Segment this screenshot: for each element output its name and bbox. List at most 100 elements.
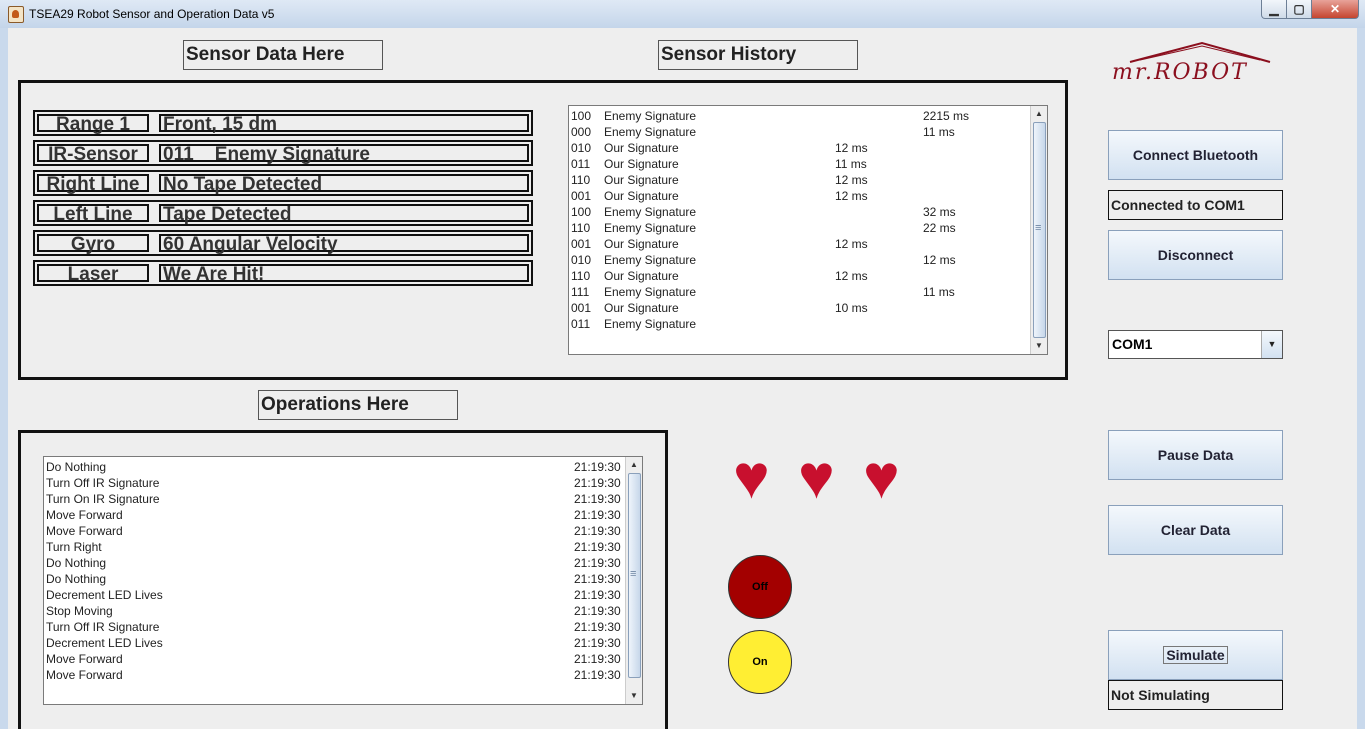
operation-name: Turn Right: [46, 540, 102, 554]
history-code: 010: [571, 253, 592, 267]
history-code: 110: [571, 269, 591, 283]
history-row: 110 Our Signature 12 ms: [571, 172, 1047, 188]
sensor-value: 011 Enemy Signature: [159, 144, 529, 164]
operation-time: 21:19:30: [574, 588, 621, 602]
operation-name: Stop Moving: [46, 604, 113, 618]
history-row: 110 Enemy Signature 22 ms: [571, 220, 1047, 236]
sensor-history-list[interactable]: 100 Enemy Signature 2215 ms 000 Enemy Signat…: [568, 105, 1048, 355]
com-port-select[interactable]: COM1 ▼: [1108, 330, 1283, 359]
history-name: Our Signature: [604, 301, 679, 315]
sensor-value: Tape Detected: [159, 204, 529, 224]
operations-scrollbar[interactable]: ▲ ▼: [625, 457, 642, 704]
history-code: 001: [571, 237, 592, 251]
sensor-row-gyro: Gyro 60 Angular Velocity: [33, 230, 533, 256]
operation-name: Move Forward: [46, 668, 123, 682]
sensor-key: Laser: [37, 264, 149, 284]
history-code: 010: [571, 141, 592, 155]
heart-life-icon: ♥: [733, 443, 770, 512]
history-code: 100: [571, 109, 592, 123]
history-code: 111: [571, 285, 590, 299]
operation-time: 21:19:30: [574, 652, 621, 666]
operation-name: Turn On IR Signature: [46, 492, 160, 506]
operations-list[interactable]: Do Nothing 21:19:30 Turn Off IR Signature 2…: [43, 456, 643, 705]
history-code: 110: [571, 173, 591, 187]
history-enemy: 32 ms: [923, 205, 956, 219]
history-code: 001: [571, 189, 592, 203]
chevron-down-icon[interactable]: ▼: [1261, 331, 1282, 358]
sensor-row-ir: IR-Sensor 011 Enemy Signature: [33, 140, 533, 166]
operation-name: Turn Off IR Signature: [46, 476, 160, 490]
heart-life-icon: ♥: [798, 443, 835, 512]
history-name: Our Signature: [604, 157, 679, 171]
operation-time: 21:19:30: [574, 636, 621, 650]
history-enemy: 11 ms: [923, 285, 955, 299]
scroll-down-icon[interactable]: ▼: [626, 688, 642, 704]
sensor-key: IR-Sensor: [37, 144, 149, 164]
operation-name: Do Nothing: [46, 556, 107, 570]
disconnect-button[interactable]: Disconnect: [1108, 230, 1283, 280]
scroll-thumb[interactable]: [628, 473, 641, 678]
history-enemy: 22 ms: [923, 221, 956, 235]
operation-row: Turn Off IR Signature 21:19:30: [46, 619, 642, 635]
history-row: 001 Our Signature 10 ms: [571, 300, 1047, 316]
history-row: 010 Our Signature 12 ms: [571, 140, 1047, 156]
history-our: 12 ms: [835, 173, 868, 187]
operation-row: Move Forward 21:19:30: [46, 651, 642, 667]
history-name: Enemy Signature: [604, 109, 697, 123]
history-scrollbar[interactable]: ▲ ▼: [1030, 106, 1047, 354]
history-row: 100 Enemy Signature 2215 ms: [571, 108, 1047, 124]
history-row: 001 Our Signature 12 ms: [571, 236, 1047, 252]
operation-row: Stop Moving 21:19:30: [46, 603, 642, 619]
history-code: 100: [571, 205, 592, 219]
mr-robot-logo: mr.ROBOT: [1110, 40, 1275, 88]
history-enemy: 2215 ms: [923, 109, 970, 123]
operation-name: Decrement LED Lives: [46, 636, 163, 650]
com-port-value: COM1: [1112, 336, 1153, 352]
operation-name: Move Forward: [46, 508, 123, 522]
sensor-row-range: Range 1 Front, 15 dm: [33, 110, 533, 136]
pause-data-button[interactable]: Pause Data: [1108, 430, 1283, 480]
scroll-up-icon[interactable]: ▲: [1031, 106, 1047, 122]
history-name: Our Signature: [604, 269, 679, 283]
minimize-button[interactable]: ▁: [1261, 0, 1287, 19]
clear-data-button[interactable]: Clear Data: [1108, 505, 1283, 555]
scroll-down-icon[interactable]: ▼: [1031, 338, 1047, 354]
history-code: 110: [571, 221, 591, 235]
sensor-row-left-line: Left Line Tape Detected: [33, 200, 533, 226]
operation-time: 21:19:30: [574, 604, 621, 618]
sensor-row-right-line: Right Line No Tape Detected: [33, 170, 533, 196]
history-our: 10 ms: [835, 301, 868, 315]
sensor-row-laser: Laser We Are Hit!: [33, 260, 533, 286]
title-bar: TSEA29 Robot Sensor and Operation Data v…: [0, 0, 1365, 29]
history-our: 11 ms: [835, 157, 867, 171]
close-button[interactable]: ✕: [1312, 0, 1359, 19]
sensor-value: Front, 15 dm: [159, 114, 529, 134]
logo-text: mr.ROBOT: [1112, 60, 1248, 85]
history-name: Enemy Signature: [604, 221, 697, 235]
operation-name: Decrement LED Lives: [46, 588, 163, 602]
sensor-history-label: Sensor History: [658, 40, 858, 70]
sensor-key: Gyro: [37, 234, 149, 254]
history-row: 100 Enemy Signature 32 ms: [571, 204, 1047, 220]
sensor-value: 60 Angular Velocity: [159, 234, 529, 254]
heart-life-icon: ♥: [863, 443, 900, 512]
history-enemy: 11 ms: [923, 125, 955, 139]
history-code: 001: [571, 301, 592, 315]
scroll-thumb[interactable]: [1033, 122, 1046, 338]
maximize-button[interactable]: ▢: [1287, 0, 1312, 19]
led-on-indicator: On: [728, 630, 792, 694]
operation-name: Do Nothing: [46, 572, 107, 586]
operation-row: Turn Right 21:19:30: [46, 539, 642, 555]
scroll-up-icon[interactable]: ▲: [626, 457, 642, 473]
operation-row: Do Nothing 21:19:30: [46, 571, 642, 587]
connection-status: Connected to COM1: [1108, 190, 1283, 220]
simulate-button[interactable]: Simulate: [1108, 630, 1283, 680]
history-row: 110 Our Signature 12 ms: [571, 268, 1047, 284]
window-controls: ▁ ▢ ✕: [1261, 0, 1359, 19]
operation-name: Move Forward: [46, 652, 123, 666]
operation-time: 21:19:30: [574, 508, 621, 522]
history-code: 011: [571, 317, 591, 331]
connect-bluetooth-button[interactable]: Connect Bluetooth: [1108, 130, 1283, 180]
sensor-grid: Range 1 Front, 15 dm IR-Sensor 011 Enemy S…: [33, 110, 533, 290]
history-row: 011 Our Signature 11 ms: [571, 156, 1047, 172]
